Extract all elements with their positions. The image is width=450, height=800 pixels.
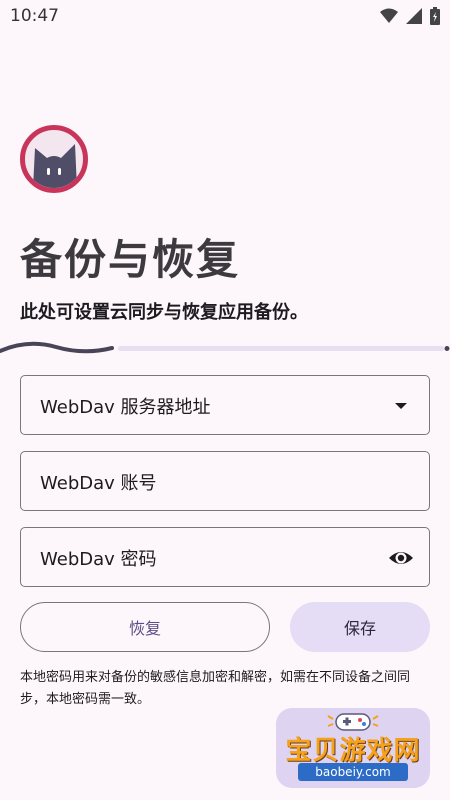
progress-indicator bbox=[0, 341, 450, 354]
page-subtitle: 此处可设置云同步与恢复应用备份。 bbox=[20, 302, 308, 323]
account-placeholder: WebDav 账号 bbox=[40, 473, 157, 494]
progress-track bbox=[118, 346, 444, 351]
restore-button-label: 恢复 bbox=[128, 619, 161, 638]
status-bar: 10:47 bbox=[0, 0, 450, 32]
watermark-title: 宝贝游戏网 bbox=[285, 736, 421, 766]
battery-icon bbox=[430, 7, 440, 25]
dropdown-arrow-icon[interactable] bbox=[387, 392, 415, 420]
password-placeholder: WebDav 密码 bbox=[40, 549, 157, 570]
wifi-icon bbox=[380, 8, 398, 23]
save-button-label: 保存 bbox=[343, 619, 376, 638]
status-icons bbox=[380, 7, 440, 25]
status-time: 10:47 bbox=[10, 6, 59, 26]
progress-active-wave bbox=[0, 341, 114, 354]
save-button[interactable]: 保存 bbox=[290, 602, 430, 652]
watermark: 宝贝游戏网 baobeiy.com bbox=[276, 708, 430, 788]
restore-button[interactable]: 恢复 bbox=[20, 602, 270, 652]
app-logo bbox=[20, 125, 88, 193]
account-field[interactable]: WebDav 账号 bbox=[20, 451, 430, 511]
signal-icon bbox=[406, 8, 422, 24]
page-title: 备份与恢复 bbox=[20, 235, 241, 284]
password-field[interactable]: WebDav 密码 bbox=[20, 527, 430, 587]
watermark-domain: baobeiy.com bbox=[298, 763, 408, 781]
visibility-icon[interactable] bbox=[387, 544, 415, 572]
server-address-dropdown[interactable]: WebDav 服务器地址 bbox=[20, 375, 430, 435]
server-address-label: WebDav 服务器地址 bbox=[40, 397, 211, 418]
hint-text: 本地密码用来对备份的敏感信息加密和解密，如需在不同设备之间同步，本地密码需一致。 bbox=[20, 670, 411, 707]
progress-end-dot bbox=[444, 346, 450, 351]
